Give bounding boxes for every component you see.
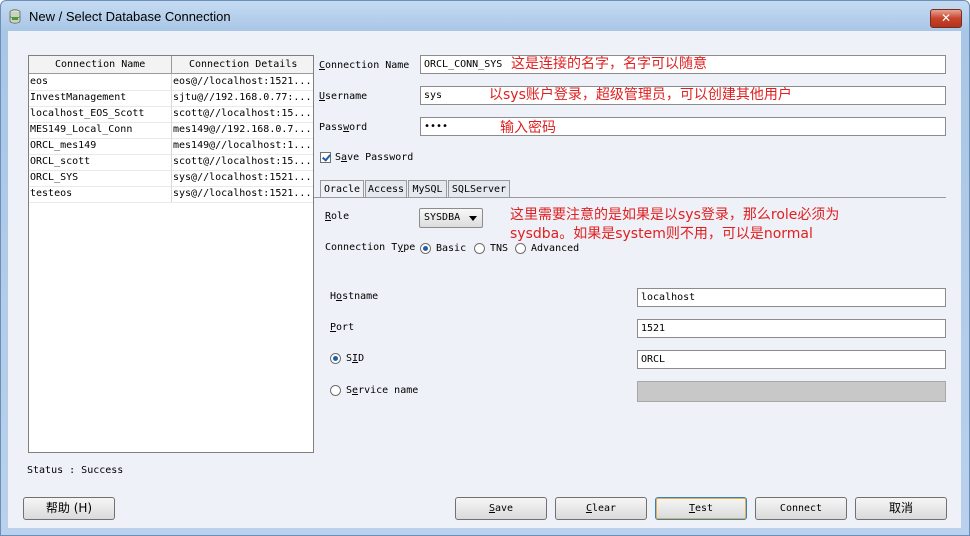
database-icon <box>9 9 21 24</box>
connection-type-label: Connection Type <box>325 242 416 253</box>
role-dropdown[interactable]: SYSDBA <box>419 208 483 228</box>
annotation-role-line2: sysdba。如果是system则不用，可以是normal <box>510 226 813 242</box>
table-row[interactable]: eos eos@//localhost:1521... <box>29 74 313 91</box>
advanced-radio[interactable] <box>515 243 526 254</box>
chevron-down-icon <box>469 216 477 221</box>
test-button[interactable]: Test <box>655 497 747 520</box>
connection-name: eos <box>30 76 49 87</box>
password-label: Password <box>319 122 368 133</box>
table-header: Connection Name Connection Details <box>29 56 313 74</box>
sid-input[interactable]: ORCL <box>637 350 946 369</box>
username-label: Username <box>319 91 368 102</box>
connection-details: scott@//localhost:15... <box>173 156 311 167</box>
sid-label: SID <box>346 353 365 364</box>
service-name-input <box>637 381 946 402</box>
tns-label: TNS <box>490 243 509 254</box>
connect-button[interactable]: Connect <box>755 497 847 520</box>
advanced-label: Advanced <box>531 243 580 254</box>
close-button[interactable]: ✕ <box>930 9 962 28</box>
title-bar[interactable]: New / Select Database Connection ✕ <box>1 1 969 31</box>
dialog-window: New / Select Database Connection ✕ Conne… <box>0 0 970 536</box>
dialog-body: Connection Name Connection Details eos eo… <box>8 31 961 528</box>
tns-radio[interactable] <box>474 243 485 254</box>
hostname-input[interactable]: localhost <box>637 288 946 307</box>
tab-oracle[interactable]: Oracle <box>320 180 364 198</box>
table-row[interactable]: ORCL_scott scott@//localhost:15... <box>29 154 313 171</box>
table-row[interactable]: ORCL_mes149 mes149@//localhost:1... <box>29 138 313 155</box>
tab-divider <box>314 197 946 198</box>
connection-details: scott@//localhost:15... <box>173 108 311 119</box>
port-label: Port <box>330 322 355 333</box>
table-row[interactable]: ORCL_SYS sys@//localhost:1521... <box>29 170 313 187</box>
connection-name: MES149_Local_Conn <box>30 124 133 135</box>
hostname-label: Hostname <box>330 291 379 302</box>
connection-name: ORCL_SYS <box>30 172 79 183</box>
save-button[interactable]: Save <box>455 497 547 520</box>
tab-sqlserver[interactable]: SQLServer <box>448 180 510 197</box>
close-icon: ✕ <box>940 11 952 25</box>
cancel-button[interactable]: 取消 <box>855 497 947 520</box>
tab-access[interactable]: Access <box>365 180 407 197</box>
connection-details: mes149@//192.168.0.7... <box>173 124 311 135</box>
table-row[interactable]: localhost_EOS_Scott scott@//localhost:15.… <box>29 106 313 123</box>
service-name-radio[interactable] <box>330 385 341 396</box>
connection-name: ORCL_scott <box>30 156 91 167</box>
table-row[interactable]: InvestManagement sjtu@//192.168.0.77:... <box>29 90 313 107</box>
basic-label: Basic <box>436 243 467 254</box>
annotation-role-line1: 这里需要注意的是如果是以sys登录，那么role必须为 <box>510 207 840 223</box>
annotation-password: 输入密码 <box>500 120 556 136</box>
column-header-connection-details[interactable]: Connection Details <box>189 59 297 70</box>
connection-details: sys@//localhost:1521... <box>173 188 311 199</box>
connection-details: mes149@//localhost:1... <box>173 140 311 151</box>
annotation-username: 以sys账户登录，超级管理员，可以创建其他用户 <box>489 87 792 103</box>
connection-name: localhost_EOS_Scott <box>30 108 145 119</box>
service-name-label: Service name <box>346 385 419 396</box>
save-password-label: Save Password <box>335 152 414 163</box>
connection-name: InvestManagement <box>30 92 127 103</box>
save-password-checkbox[interactable] <box>320 152 331 163</box>
connections-table[interactable]: Connection Name Connection Details eos eo… <box>28 55 314 453</box>
table-row[interactable]: MES149_Local_Conn mes149@//192.168.0.7... <box>29 122 313 139</box>
connection-name-label: Connection Name <box>319 60 410 71</box>
sid-radio[interactable] <box>330 353 341 364</box>
role-value: SYSDBA <box>424 212 461 223</box>
table-row[interactable]: testeos sys@//localhost:1521... <box>29 186 313 203</box>
basic-radio[interactable] <box>420 243 431 254</box>
clear-button[interactable]: Clear <box>555 497 647 520</box>
status-text: Status : Success <box>27 465 124 476</box>
window-title: New / Select Database Connection <box>29 9 231 24</box>
password-input[interactable]: •••• <box>420 117 946 136</box>
connection-details: sys@//localhost:1521... <box>173 172 311 183</box>
tab-mysql[interactable]: MySQL <box>408 180 447 197</box>
port-input[interactable]: 1521 <box>637 319 946 338</box>
role-label: Role <box>325 211 350 222</box>
help-button[interactable]: 帮助 (H) <box>23 497 115 520</box>
connection-name: testeos <box>30 188 73 199</box>
annotation-connection-name: 这是连接的名字，名字可以随意 <box>511 56 707 72</box>
connection-details: eos@//localhost:1521... <box>173 76 311 87</box>
column-header-connection-name[interactable]: Connection Name <box>55 59 145 70</box>
connection-name: ORCL_mes149 <box>30 140 97 151</box>
connection-details: sjtu@//192.168.0.77:... <box>173 92 311 103</box>
